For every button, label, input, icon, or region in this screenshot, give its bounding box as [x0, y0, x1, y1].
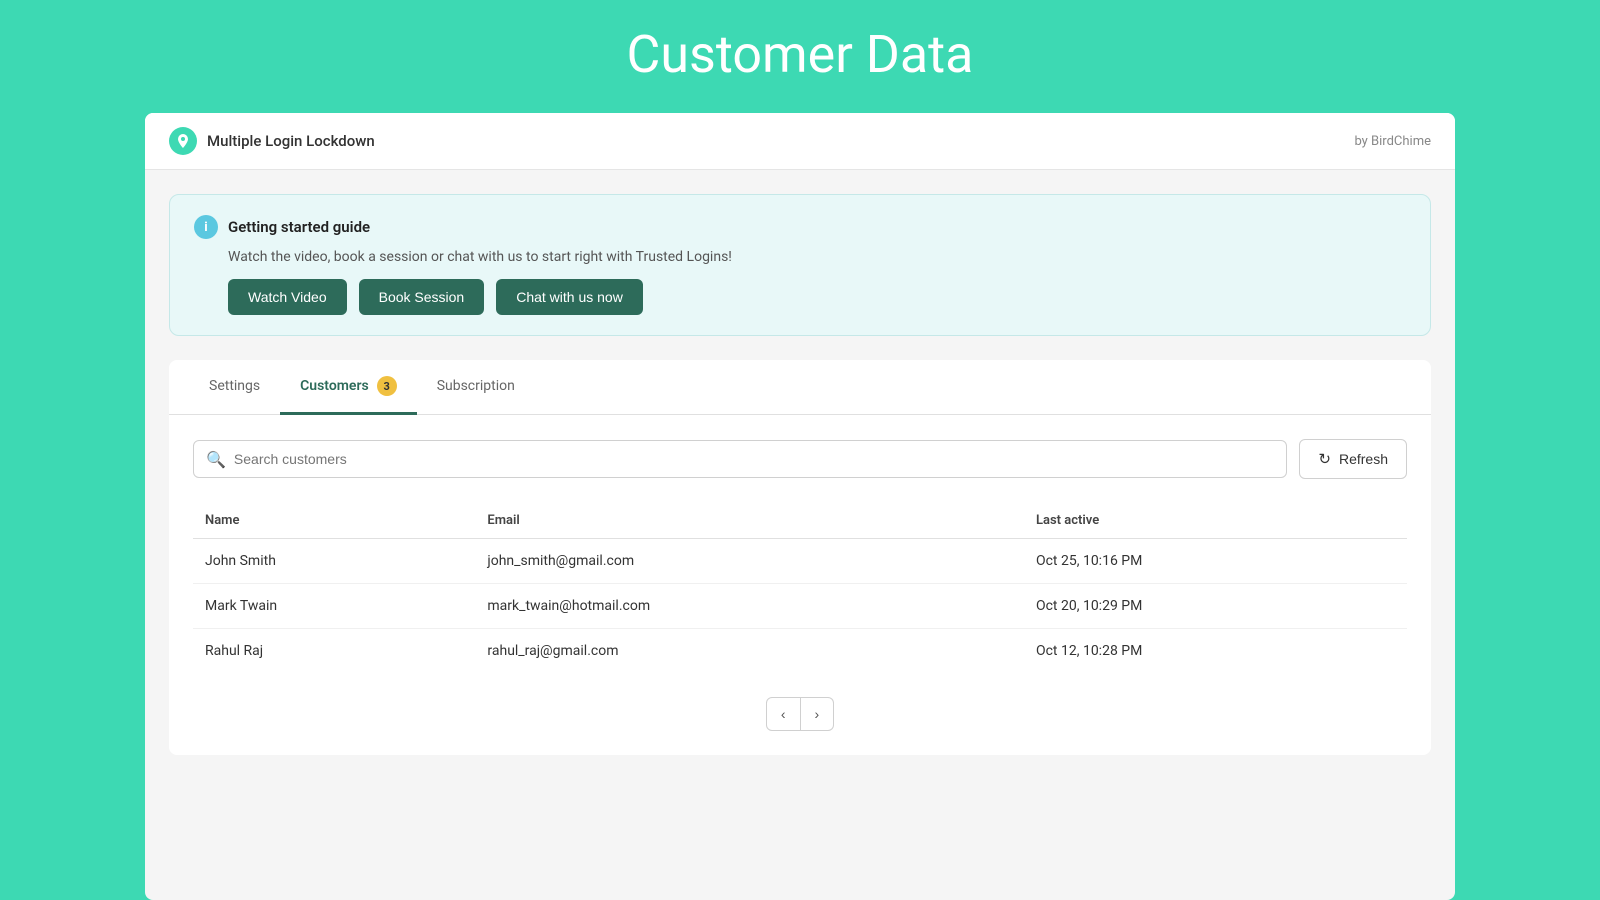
tab-settings-label: Settings [209, 378, 260, 394]
tab-customers[interactable]: Customers 3 [280, 360, 417, 415]
app-byline: by BirdChime [1354, 134, 1431, 149]
customers-badge: 3 [377, 376, 397, 396]
app-name: Multiple Login Lockdown [207, 132, 375, 150]
table-row: John Smith john_smith@gmail.com Oct 25, … [193, 539, 1407, 584]
app-container: Multiple Login Lockdown by BirdChime i G… [145, 113, 1455, 900]
customers-tab-content: 🔍 ↻ Refresh Name Email Last active [169, 415, 1431, 755]
search-input[interactable] [234, 441, 1274, 477]
cell-name: Mark Twain [193, 584, 475, 629]
refresh-label: Refresh [1339, 451, 1388, 467]
header-left: Multiple Login Lockdown [169, 127, 375, 155]
next-page-button[interactable]: › [801, 697, 835, 731]
app-logo-icon [169, 127, 197, 155]
search-bar-row: 🔍 ↻ Refresh [193, 439, 1407, 479]
cell-email: john_smith@gmail.com [475, 539, 1024, 584]
book-session-button[interactable]: Book Session [359, 279, 485, 315]
getting-started-banner: i Getting started guide Watch the video,… [169, 194, 1431, 336]
cell-email: mark_twain@hotmail.com [475, 584, 1024, 629]
banner-title: Getting started guide [228, 218, 370, 236]
info-icon: i [194, 215, 218, 239]
refresh-icon: ↻ [1318, 450, 1331, 468]
col-email: Email [475, 503, 1024, 539]
search-input-wrap: 🔍 [193, 440, 1287, 478]
app-body: i Getting started guide Watch the video,… [145, 170, 1455, 779]
cell-name: Rahul Raj [193, 629, 475, 674]
prev-page-button[interactable]: ‹ [766, 697, 801, 731]
tab-customers-label: Customers [300, 378, 369, 394]
watch-video-button[interactable]: Watch Video [228, 279, 347, 315]
tabs-header: Settings Customers 3 Subscription [169, 360, 1431, 415]
page-title: Customer Data [0, 0, 1600, 113]
tab-settings[interactable]: Settings [189, 360, 280, 415]
table-row: Mark Twain mark_twain@hotmail.com Oct 20… [193, 584, 1407, 629]
cell-last-active: Oct 12, 10:28 PM [1024, 629, 1407, 674]
table-header-row: Name Email Last active [193, 503, 1407, 539]
banner-buttons: Watch Video Book Session Chat with us no… [228, 279, 1406, 315]
tabs-container: Settings Customers 3 Subscription 🔍 [169, 360, 1431, 755]
customers-table: Name Email Last active John Smith john_s… [193, 503, 1407, 673]
cell-last-active: Oct 20, 10:29 PM [1024, 584, 1407, 629]
chat-now-button[interactable]: Chat with us now [496, 279, 643, 315]
col-last-active: Last active [1024, 503, 1407, 539]
search-icon: 🔍 [206, 450, 226, 469]
app-header: Multiple Login Lockdown by BirdChime [145, 113, 1455, 170]
cell-email: rahul_raj@gmail.com [475, 629, 1024, 674]
cell-name: John Smith [193, 539, 475, 584]
table-row: Rahul Raj rahul_raj@gmail.com Oct 12, 10… [193, 629, 1407, 674]
cell-last-active: Oct 25, 10:16 PM [1024, 539, 1407, 584]
tab-subscription-label: Subscription [437, 378, 515, 394]
refresh-button[interactable]: ↻ Refresh [1299, 439, 1407, 479]
banner-header: i Getting started guide [194, 215, 1406, 239]
pagination: ‹ › [193, 697, 1407, 731]
tab-subscription[interactable]: Subscription [417, 360, 535, 415]
col-name: Name [193, 503, 475, 539]
banner-subtitle: Watch the video, book a session or chat … [228, 249, 1406, 265]
